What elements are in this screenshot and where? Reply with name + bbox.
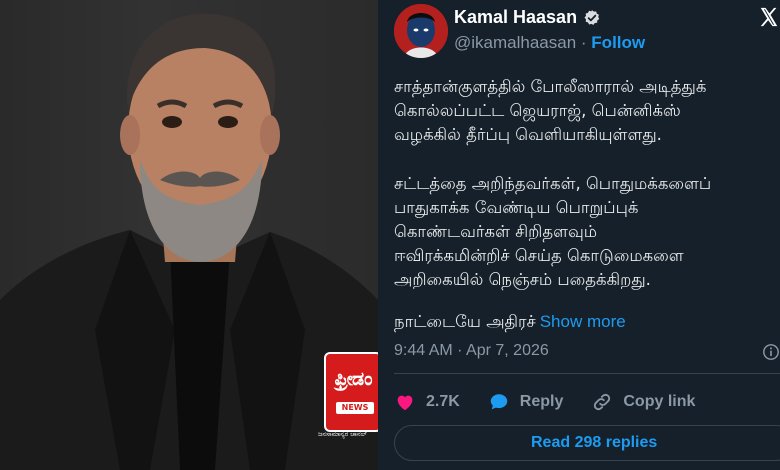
read-replies-button[interactable]: Read 298 replies	[394, 425, 780, 461]
show-more-link[interactable]: Show more	[540, 312, 626, 331]
tweet-paragraph-1: சாத்தான்குளத்தில் போலீஸாரால் அடித்துக் க…	[394, 77, 707, 144]
reply-label: Reply	[519, 393, 564, 410]
verified-badge-icon	[584, 9, 600, 25]
tweet-card: Kamal Haasan @ikamalhaasan · Follow சாத்…	[378, 0, 780, 470]
separator: ·	[580, 33, 587, 52]
handle-row: @ikamalhaasan · Follow	[454, 33, 645, 53]
logo-news-label: NEWS	[336, 402, 374, 414]
reply-bubble-icon	[490, 394, 508, 410]
info-icon[interactable]	[762, 343, 780, 361]
logo-brand: ಫ್ರೀಡಂ	[334, 368, 372, 390]
author-name[interactable]: Kamal Haasan	[454, 7, 577, 28]
like-button[interactable]: 2.7K	[394, 391, 460, 413]
divider	[394, 373, 780, 374]
tweet-paragraph-2: சட்டத்தை அறிந்தவர்கள், பொதுமக்களைப் பாது…	[394, 174, 712, 289]
author-handle[interactable]: @ikamalhaasan	[454, 33, 576, 52]
reply-button[interactable]: Reply	[488, 391, 564, 413]
tweet-timestamp[interactable]: 9:44 AM · Apr 7, 2026	[394, 342, 549, 360]
heart-icon	[397, 395, 413, 411]
tweet-actions: 2.7K Reply Copy link	[394, 388, 723, 416]
likes-count: 2.7K	[426, 393, 460, 410]
link-icon	[594, 393, 611, 411]
avatar-image	[394, 4, 448, 58]
x-logo-icon[interactable]	[758, 6, 780, 28]
copy-link-button[interactable]: Copy link	[591, 391, 695, 413]
follow-button[interactable]: Follow	[591, 33, 645, 52]
channel-logo: ಫ್ರೀಡಂ NEWS ಜನಸಾಮಾನ್ಯರ ಚಾನಲ್	[318, 352, 386, 438]
tweet-paragraph-3-text: நாட்டையே அதிரச்	[394, 312, 536, 331]
copy-link-label: Copy link	[623, 393, 696, 410]
logo-badge: ಫ್ರೀಡಂ NEWS	[324, 352, 382, 432]
avatar[interactable]	[394, 4, 448, 58]
tweet-paragraph-3: நாட்டையே அதிரச் Show more	[394, 310, 780, 334]
author-row[interactable]: Kamal Haasan	[454, 7, 601, 28]
